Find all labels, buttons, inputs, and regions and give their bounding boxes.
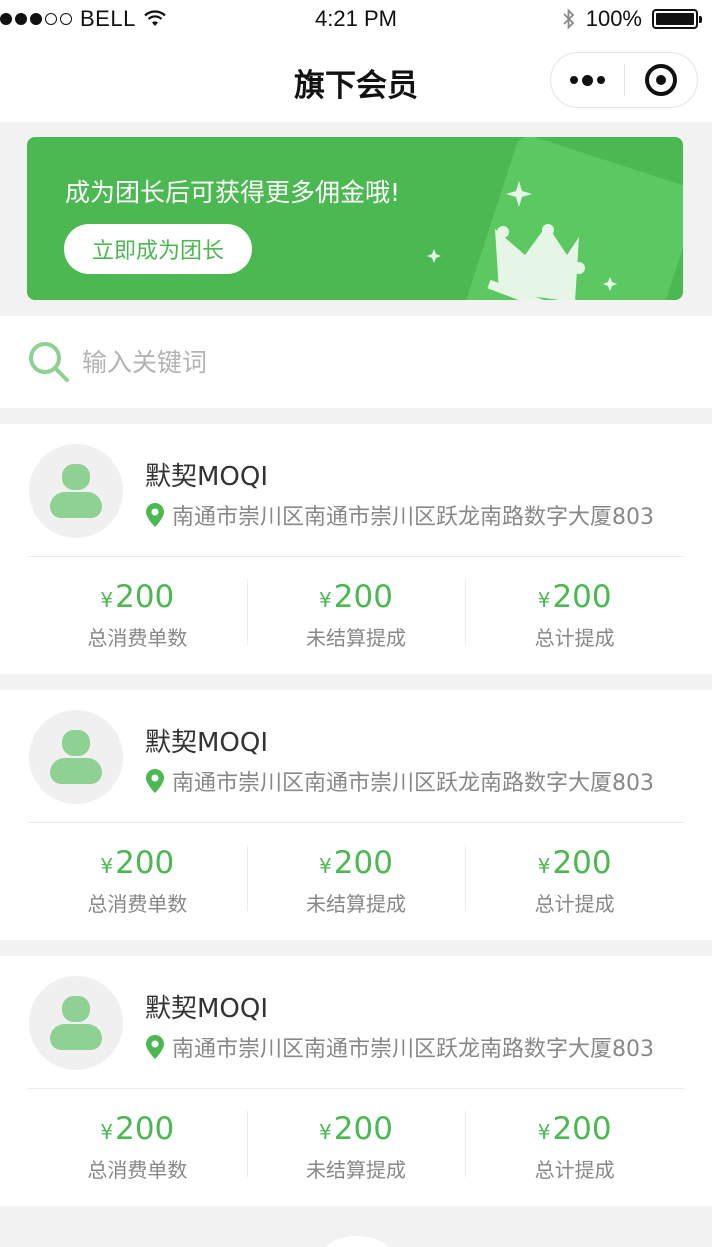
member-stats: ¥200 总消费单数 ¥200 未结算提成 ¥200 总计提成 xyxy=(28,1111,684,1182)
status-right: 100% xyxy=(562,6,702,32)
stat-amount: 200 xyxy=(115,1111,175,1147)
stat-total-orders: ¥200 总消费单数 xyxy=(28,579,247,650)
crown-icon xyxy=(427,181,617,300)
stat-total-orders: ¥200 总消费单数 xyxy=(28,1111,247,1182)
card-divider xyxy=(28,822,684,823)
stat-amount: 200 xyxy=(115,845,175,881)
stat-amount: 200 xyxy=(333,1111,393,1147)
banner-text: 成为团长后可获得更多佣金哦! xyxy=(65,178,401,207)
currency-symbol: ¥ xyxy=(319,588,332,612)
close-button[interactable] xyxy=(625,64,698,96)
stat-amount: 200 xyxy=(333,579,393,615)
currency-symbol: ¥ xyxy=(100,1120,114,1144)
stat-label: 未结算提成 xyxy=(306,892,406,916)
currency-symbol: ¥ xyxy=(319,854,332,878)
member-card[interactable]: 默契MOQI 南通市崇川区南通市崇川区跃龙南路数字大厦803 ¥200 总消费单… xyxy=(0,690,712,940)
partial-next-item xyxy=(322,1236,392,1247)
user-avatar-icon xyxy=(29,710,123,804)
member-address-text: 南通市崇川区南通市崇川区跃龙南路数字大厦803 xyxy=(172,505,654,530)
user-avatar-icon xyxy=(29,976,123,1070)
promo-banner: 成为团长后可获得更多佣金哦! 立即成为团长 xyxy=(27,137,683,300)
user-avatar-icon xyxy=(29,444,123,538)
stat-label: 总计提成 xyxy=(534,892,615,916)
member-address-text: 南通市崇川区南通市崇川区跃龙南路数字大厦803 xyxy=(172,771,654,796)
member-stats: ¥200 总消费单数 ¥200 未结算提成 ¥200 总计提成 xyxy=(28,845,684,916)
nav-bar: 旗下会员 xyxy=(0,38,712,122)
stat-value: ¥200 xyxy=(465,845,684,884)
stat-value: ¥200 xyxy=(28,845,247,884)
stat-amount: 200 xyxy=(115,579,175,615)
currency-symbol: ¥ xyxy=(100,854,114,878)
stat-label: 总计提成 xyxy=(534,1158,615,1182)
stat-value: ¥200 xyxy=(465,579,684,618)
member-stats: ¥200 总消费单数 ¥200 未结算提成 ¥200 总计提成 xyxy=(28,579,684,650)
stat-value: ¥200 xyxy=(28,579,247,618)
location-pin-icon xyxy=(146,503,164,527)
become-leader-button[interactable]: 立即成为团长 xyxy=(64,224,252,274)
stat-total-commission: ¥200 总计提成 xyxy=(465,579,684,650)
mini-program-capsule xyxy=(550,52,698,108)
stat-label: 未结算提成 xyxy=(306,1158,406,1182)
currency-symbol: ¥ xyxy=(100,588,114,612)
member-card[interactable]: 默契MOQI 南通市崇川区南通市崇川区跃龙南路数字大厦803 ¥200 总消费单… xyxy=(0,956,712,1206)
stat-value: ¥200 xyxy=(28,1111,247,1150)
location-pin-icon xyxy=(146,1035,164,1059)
stat-label: 未结算提成 xyxy=(306,626,406,650)
currency-symbol: ¥ xyxy=(537,854,551,878)
member-address: 南通市崇川区南通市崇川区跃龙南路数字大厦803 xyxy=(145,765,654,797)
currency-symbol: ¥ xyxy=(537,588,551,612)
member-address: 南通市崇川区南通市崇川区跃龙南路数字大厦803 xyxy=(145,1031,654,1063)
member-card[interactable]: 默契MOQI 南通市崇川区南通市崇川区跃龙南路数字大厦803 ¥200 总消费单… xyxy=(0,424,712,674)
currency-symbol: ¥ xyxy=(537,1120,551,1144)
member-address-text: 南通市崇川区南通市崇川区跃龙南路数字大厦803 xyxy=(172,1037,654,1062)
member-name: 默契MOQI xyxy=(145,994,269,1024)
close-target-icon xyxy=(644,64,677,96)
stat-label: 总消费单数 xyxy=(87,626,188,650)
stat-label: 总消费单数 xyxy=(87,1158,188,1182)
stat-total-commission: ¥200 总计提成 xyxy=(465,845,684,916)
stat-value: ¥200 xyxy=(247,1111,466,1150)
stat-label: 总计提成 xyxy=(534,626,615,650)
stat-value: ¥200 xyxy=(247,845,466,884)
stat-amount: 200 xyxy=(552,579,612,615)
stat-amount: 200 xyxy=(333,845,393,881)
stat-value: ¥200 xyxy=(247,579,466,618)
more-dots-icon[interactable] xyxy=(551,74,624,86)
stat-total-orders: ¥200 总消费单数 xyxy=(28,845,247,916)
search-bar xyxy=(0,316,712,408)
status-bar: BELL 4:21 PM 100% xyxy=(0,0,712,38)
member-name: 默契MOQI xyxy=(145,462,269,492)
currency-symbol: ¥ xyxy=(319,1120,332,1144)
bluetooth-icon xyxy=(563,8,574,30)
stat-label: 总消费单数 xyxy=(87,892,188,916)
battery-percent: 100% xyxy=(585,6,642,31)
stat-unsettled-commission: ¥200 未结算提成 xyxy=(246,845,466,916)
member-address: 南通市崇川区南通市崇川区跃龙南路数字大厦803 xyxy=(145,499,654,531)
stat-unsettled-commission: ¥200 未结算提成 xyxy=(246,579,466,650)
battery-icon xyxy=(652,9,702,29)
stat-total-commission: ¥200 总计提成 xyxy=(465,1111,684,1182)
card-divider xyxy=(28,556,684,557)
card-divider xyxy=(28,1088,684,1089)
location-pin-icon xyxy=(146,769,164,793)
member-name: 默契MOQI xyxy=(145,728,269,758)
stat-value: ¥200 xyxy=(465,1111,684,1150)
stat-amount: 200 xyxy=(552,1111,612,1147)
stat-unsettled-commission: ¥200 未结算提成 xyxy=(246,1111,466,1182)
search-icon xyxy=(29,342,69,382)
stat-amount: 200 xyxy=(552,845,612,881)
search-input[interactable] xyxy=(82,342,642,382)
